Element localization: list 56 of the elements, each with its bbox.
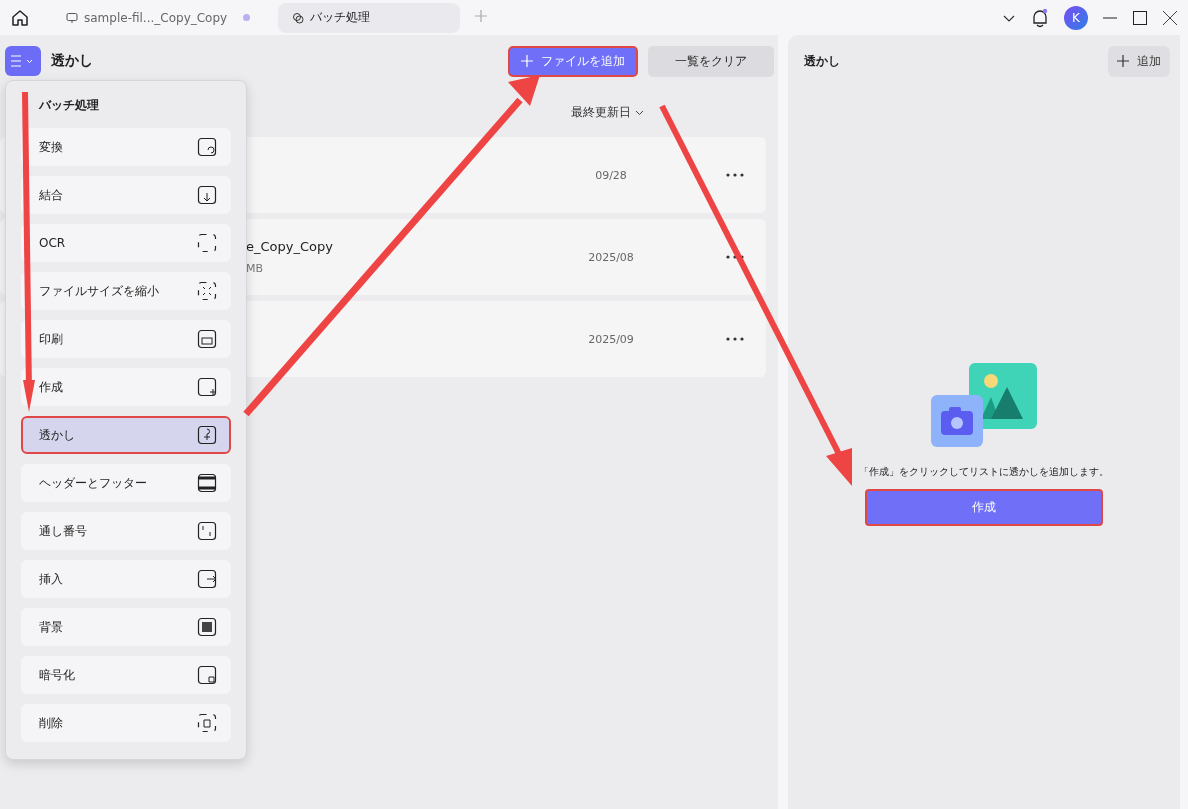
file-size: MB [246, 262, 265, 275]
tool-icon [197, 377, 217, 397]
avatar[interactable]: K [1064, 5, 1088, 30]
tool-icon [197, 425, 217, 445]
menu-item[interactable]: 変換 [21, 128, 231, 166]
tool-icon [197, 569, 217, 589]
bell-icon[interactable] [1030, 6, 1050, 29]
tool-icon [197, 473, 217, 493]
plus-icon [1117, 55, 1129, 67]
tab[interactable]: sample-fil..._Copy_Copy [52, 2, 265, 33]
file-date: 2025/09 [587, 332, 635, 346]
more-icon[interactable] [726, 255, 744, 259]
home-icon[interactable] [10, 7, 30, 28]
copies-icon [292, 11, 305, 24]
more-icon[interactable] [726, 173, 744, 177]
tool-icon [197, 713, 217, 733]
page-title: 透かし [51, 52, 93, 70]
file-date: 2025/08 [587, 250, 635, 264]
menu-item[interactable]: ヘッダーとフッター [21, 464, 231, 502]
menu-title: バッチ処理 [38, 97, 100, 114]
tool-icon [197, 185, 217, 205]
panel-title: 透かし [804, 52, 840, 70]
tool-icon [197, 233, 217, 253]
close-icon[interactable] [1162, 9, 1178, 26]
tool-icon [197, 617, 217, 637]
file-name: e_Copy_Copy [246, 239, 334, 254]
menu-item[interactable]: 印刷 [21, 320, 231, 358]
chevron-down-icon [634, 109, 644, 116]
menu-item[interactable]: 透かし [21, 416, 231, 454]
menu-item[interactable]: 暗号化 [21, 656, 231, 694]
menu-item[interactable]: 削除 [21, 704, 231, 742]
menu-item[interactable]: 背景 [21, 608, 231, 646]
file-date: 09/28 [594, 168, 628, 182]
add-files-button[interactable]: ファイルを追加 [508, 45, 638, 77]
sort-dropdown[interactable]: 最終更新日 [571, 103, 644, 121]
more-icon[interactable] [726, 337, 744, 341]
add-button[interactable]: 追加 [1108, 45, 1170, 77]
monitor-icon [66, 11, 78, 24]
menu-item[interactable]: 通し番号 [21, 512, 231, 550]
tool-icon [197, 329, 217, 349]
tab[interactable]: バッチ処理 [278, 2, 461, 33]
menu-button[interactable] [5, 46, 41, 76]
tool-icon [197, 521, 217, 541]
menu-item[interactable]: 挿入 [21, 560, 231, 598]
menu-item[interactable]: 作成 [21, 368, 231, 406]
menu-item[interactable]: 結合 [21, 176, 231, 214]
menu-item[interactable]: OCR [21, 224, 231, 262]
empty-hint: 「作成」をクリックしてリストに透かしを追加します。 [859, 465, 1109, 479]
tool-icon [197, 137, 217, 157]
plus-icon [521, 55, 533, 67]
create-button[interactable]: 作成 [865, 489, 1103, 526]
menu-item[interactable]: ファイルサイズを縮小 [21, 272, 231, 310]
clear-list-button[interactable]: 一覧をクリア [648, 45, 774, 77]
tool-icon [197, 665, 217, 685]
maximize-icon[interactable] [1132, 9, 1148, 26]
tool-icon [197, 281, 217, 301]
